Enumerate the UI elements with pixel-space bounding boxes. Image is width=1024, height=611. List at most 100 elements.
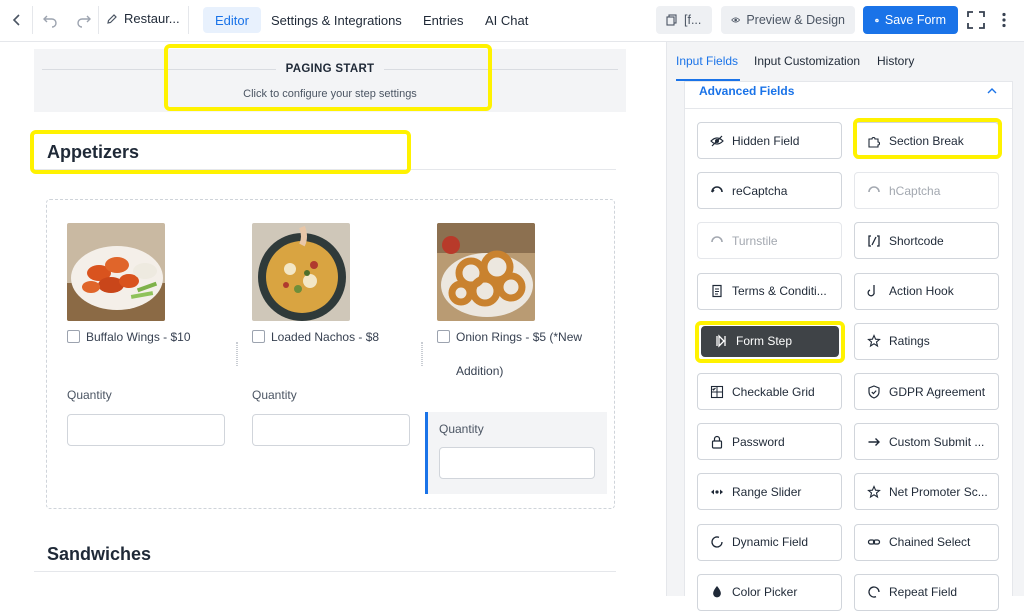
option-onion-rings[interactable]: Onion Rings - $5 (*New Addition) [437,320,602,388]
lock-icon [710,435,724,449]
field-button-label: Action Hook [889,284,954,299]
field-button-label: hCaptcha [889,183,941,198]
shortcode-icon [867,234,881,248]
field-button-turnstile: Turnstile [697,222,842,260]
field-button-chained-select[interactable]: Chained Select [854,523,999,561]
field-button-checkable-grid[interactable]: Checkable Grid [697,373,842,410]
redo-icon [77,15,91,28]
fullscreen-icon [967,11,985,29]
field-button-label: Password [732,434,785,449]
quantity-label: Quantity [439,422,484,436]
field-button-recaptcha[interactable]: reCaptcha [697,172,842,210]
tab-ai-chat[interactable]: AI Chat [473,7,540,33]
star-outline-icon [867,485,881,499]
form-title-text: Restaur... [124,11,180,26]
top-toolbar: Restaur... Editor Settings & Integration… [0,0,1024,42]
field-button-password[interactable]: Password [697,423,842,461]
preview-design-button[interactable]: Preview & Design [721,6,855,34]
section-title-sandwiches[interactable]: Sandwiches [47,544,151,565]
field-button-label: Ratings [889,334,930,349]
tab-history[interactable]: History [877,54,914,68]
column-divider [421,342,423,366]
field-button-label: Turnstile [732,233,778,248]
field-button-action-hook[interactable]: Action Hook [854,272,999,310]
pencil-icon [107,13,117,24]
field-button-hcaptcha: hCaptcha [854,172,999,210]
fullscreen-button[interactable] [964,8,988,32]
quantity-label: Quantity [252,388,297,402]
undo-icon [43,15,57,28]
option-loaded-nachos[interactable]: Loaded Nachos - $8 [252,328,412,346]
field-button-gdpr-agreement[interactable]: GDPR Agreement [854,373,999,410]
field-button-label: Custom Submit ... [889,434,985,449]
back-button[interactable] [6,8,28,32]
option-buffalo-wings[interactable]: Buffalo Wings - $10 [67,328,227,346]
checkbox[interactable] [437,330,450,343]
more-vertical-icon [1002,12,1006,28]
option-label: Onion Rings - $5 (*New Addition) [456,330,583,378]
puzzle-icon [867,134,881,148]
field-button-repeat-field[interactable]: Repeat Field [854,573,999,611]
field-button-color-picker[interactable]: Color Picker [697,573,842,611]
panel-tabs: Input Fields Input Customization History [667,42,1024,81]
hcaptcha-icon [867,184,881,198]
field-button-label: Terms & Conditi... [732,284,827,299]
quantity-input[interactable] [252,414,410,446]
onion-rings-image [437,223,535,321]
eye-slash-icon [710,134,724,148]
form-editor-canvas: PAGING START Click to configure your ste… [0,42,666,596]
field-button-range-slider[interactable]: Range Slider [697,473,842,511]
checkbox[interactable] [252,330,265,343]
tab-input-customization[interactable]: Input Customization [754,54,860,68]
refresh-icon [710,535,724,549]
advanced-fields-divider [684,108,1013,109]
chevron-up-icon[interactable] [986,86,998,96]
column-divider [236,342,238,366]
section-title-appetizers[interactable]: Appetizers [47,142,139,163]
field-button-label: Checkable Grid [732,384,815,399]
field-button-terms-conditi[interactable]: Terms & Conditi... [697,272,842,310]
quantity-input[interactable] [439,447,595,479]
tab-settings-integrations[interactable]: Settings & Integrations [259,7,414,33]
copy-icon [666,14,677,26]
field-button-label: Repeat Field [889,585,958,600]
buffalo-wings-image [67,223,165,321]
field-button-shortcode[interactable]: Shortcode [854,222,999,260]
grid-check-icon [710,385,724,399]
field-button-section-break[interactable]: Section Break [854,122,999,159]
option-label: Loaded Nachos - $8 [271,330,380,344]
document-icon [710,284,724,298]
field-button-dynamic-field[interactable]: Dynamic Field [697,523,842,561]
field-button-ratings[interactable]: Ratings [854,322,999,360]
checkbox[interactable] [67,330,80,343]
hook-icon [867,284,881,298]
save-form-button[interactable]: Save Form [863,6,958,34]
redo-button[interactable] [72,8,96,32]
tab-entries[interactable]: Entries [411,7,475,33]
field-button-label: Dynamic Field [732,535,809,550]
turnstile-icon [710,234,724,248]
more-options-button[interactable] [994,8,1014,32]
paging-start-block[interactable]: PAGING START Click to configure your ste… [34,49,626,112]
step-icon [714,334,728,348]
undo-button[interactable] [38,8,62,32]
field-button-label: reCaptcha [732,183,788,198]
quantity-input[interactable] [67,414,225,446]
advanced-fields-title[interactable]: Advanced Fields [699,84,794,98]
field-button-label: Range Slider [732,484,802,499]
option-label: Buffalo Wings - $10 [86,330,191,344]
field-button-form-step[interactable]: Form Step [701,325,839,357]
field-button-net-promoter-sc[interactable]: Net Promoter Sc... [854,473,999,511]
quantity-label: Quantity [67,388,112,402]
field-button-custom-submit[interactable]: Custom Submit ... [854,423,999,461]
field-button-label: Color Picker [732,585,798,600]
tab-input-fields[interactable]: Input Fields [676,54,738,68]
tab-settings-label: Settings & Integrations [271,12,402,28]
tab-entries-label: Entries [423,12,464,28]
field-button-label: Chained Select [889,535,971,550]
shortcode-chip[interactable]: [f... [656,6,712,34]
tab-editor[interactable]: Editor [203,7,261,33]
form-title[interactable]: Restaur... [106,11,180,26]
field-button-hidden-field[interactable]: Hidden Field [697,122,842,159]
field-button-label: Section Break [889,133,964,148]
